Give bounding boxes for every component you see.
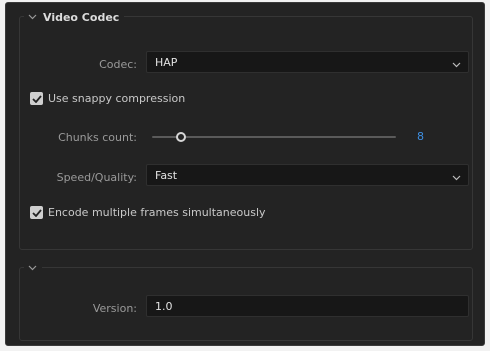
encode-multiple-frames-checkbox[interactable]: Encode multiple frames simultaneously: [30, 206, 266, 219]
export-settings-panel: Video Codec Codec: HAP Use snappy compre…: [5, 2, 485, 346]
video-codec-group-header[interactable]: Video Codec: [24, 9, 125, 25]
chevron-down-icon: [452, 58, 461, 71]
codec-select[interactable]: HAP: [146, 51, 469, 73]
speed-quality-select-value: Fast: [155, 168, 178, 182]
speed-quality-label: Speed/Quality:: [56, 171, 137, 184]
snappy-compression-checkbox[interactable]: Use snappy compression: [30, 92, 185, 105]
video-codec-group: Video Codec Codec: HAP Use snappy compre…: [19, 9, 473, 250]
version-group-header[interactable]: [24, 260, 42, 276]
chevron-down-icon[interactable]: [28, 14, 37, 20]
chunks-slider-thumb[interactable]: [176, 132, 187, 142]
version-label: Version:: [92, 302, 137, 315]
version-input[interactable]: 1.0: [146, 295, 469, 317]
codec-label: Codec:: [99, 58, 137, 71]
version-group: Version: 1.0: [19, 260, 473, 341]
codec-select-value: HAP: [155, 55, 178, 69]
snappy-compression-label: Use snappy compression: [48, 92, 186, 105]
speed-quality-select[interactable]: Fast: [146, 164, 469, 186]
chunks-count-value[interactable]: 8: [417, 130, 424, 143]
chunks-count-label: Chunks count:: [58, 131, 137, 144]
encode-multiple-frames-label: Encode multiple frames simultaneously: [48, 206, 266, 219]
checkmark-icon: [30, 92, 43, 105]
version-input-value: 1.0: [155, 299, 173, 313]
chevron-down-icon: [452, 171, 461, 184]
chevron-down-icon[interactable]: [28, 265, 37, 271]
checkmark-icon: [30, 206, 43, 219]
video-codec-group-title: Video Codec: [43, 10, 120, 24]
chunks-slider-track[interactable]: [152, 136, 396, 138]
